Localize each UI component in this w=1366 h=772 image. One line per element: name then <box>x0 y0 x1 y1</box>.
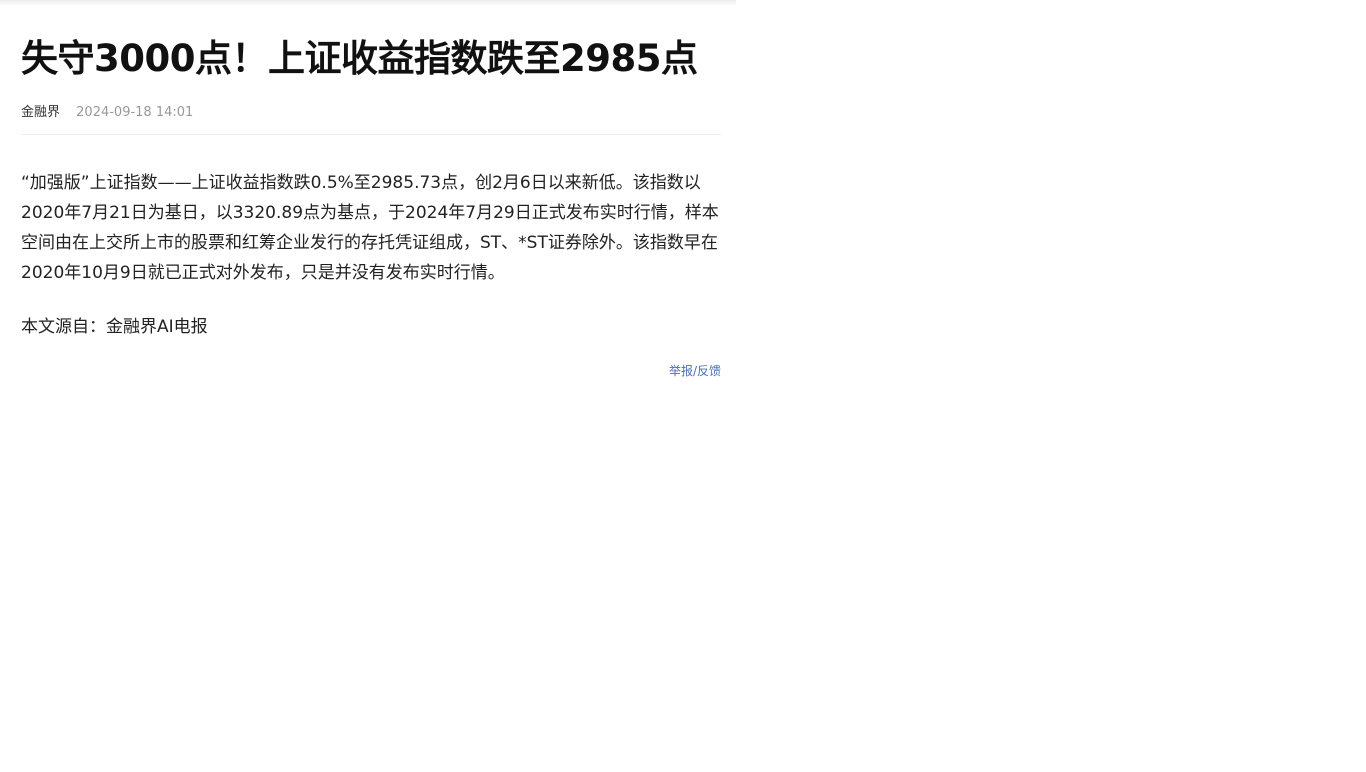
article-content: “加强版”上证指数——上证收益指数跌0.5%至2985.73点，创2月6日以来新… <box>21 168 721 342</box>
article: 失守3000点！上证收益指数跌至2985点 金融界 2024-09-18 14:… <box>21 0 721 378</box>
page: 失守3000点！上证收益指数跌至2985点 金融界 2024-09-18 14:… <box>0 0 1366 772</box>
article-time: 2024-09-18 14:01 <box>76 105 194 120</box>
report-feedback-link[interactable]: 举报/反馈 <box>669 364 721 378</box>
article-meta: 金融界 2024-09-18 14:01 <box>21 106 721 135</box>
article-title: 失守3000点！上证收益指数跌至2985点 <box>21 37 698 80</box>
article-paragraph: “加强版”上证指数——上证收益指数跌0.5%至2985.73点，创2月6日以来新… <box>21 173 719 283</box>
article-footer: 举报/反馈 <box>21 364 721 378</box>
article-source[interactable]: 金融界 <box>21 105 60 120</box>
article-source-note: 本文源自：金融界AI电报 <box>21 317 208 337</box>
